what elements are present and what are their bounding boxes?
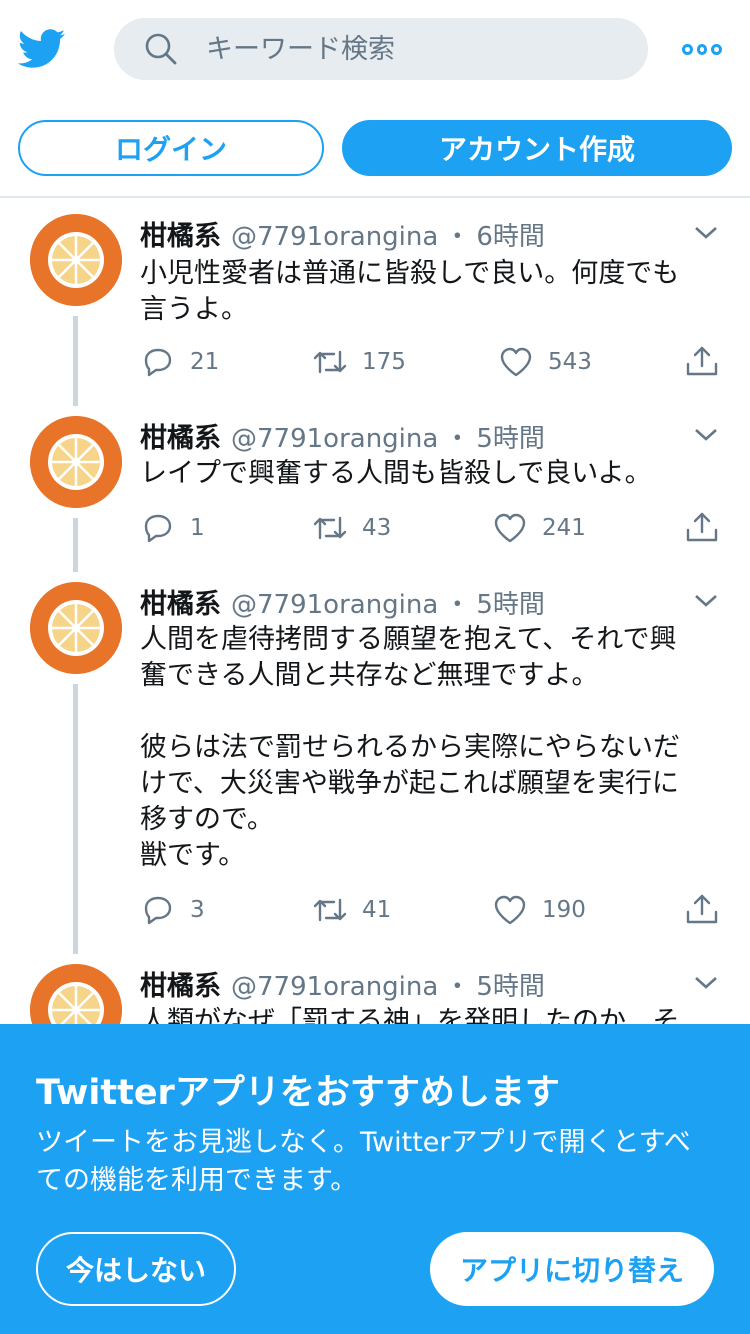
tweet-actions: 1 43 241 bbox=[140, 508, 730, 548]
separator-dot: ・ bbox=[444, 590, 471, 620]
avatar[interactable] bbox=[30, 964, 122, 1024]
twitter-bird-icon[interactable] bbox=[18, 28, 66, 70]
tweet-text: 人間を虐待拷問する願望を抱えて、それで興 奮できる人間と共存など無理ですよ。 彼… bbox=[140, 624, 680, 871]
orange-slice-icon bbox=[30, 964, 122, 1024]
orange-slice-icon bbox=[30, 214, 122, 306]
separator-dot: ・ bbox=[444, 972, 471, 1002]
display-name[interactable]: 柑橘系 bbox=[140, 416, 221, 455]
tweet-text: 小児性愛者は普通に皆殺しで良い。何度でも 言うよ。 bbox=[140, 258, 680, 325]
like-button[interactable]: 241 bbox=[492, 508, 586, 548]
tweet-3[interactable]: 柑橘系 @7791orangina ・ 5時間 人間を虐待拷問する願望を抱えて、… bbox=[0, 570, 750, 954]
reply-button[interactable]: 3 bbox=[140, 890, 205, 930]
thread-line bbox=[73, 316, 78, 406]
share-button[interactable] bbox=[684, 342, 720, 382]
search-input[interactable] bbox=[206, 18, 626, 80]
reply-icon bbox=[144, 896, 172, 925]
reply-count: 21 bbox=[190, 349, 220, 375]
display-name[interactable]: 柑橘系 bbox=[140, 582, 221, 621]
app-promo-banner: Twitterアプリをおすすめします ツイートをお見逃しなく。Twitterアプ… bbox=[0, 1024, 750, 1334]
auth-bar: ログイン アカウント作成 bbox=[0, 100, 750, 198]
search-bar[interactable] bbox=[114, 18, 648, 80]
signup-button[interactable]: アカウント作成 bbox=[342, 120, 732, 176]
reply-icon bbox=[144, 514, 172, 543]
heart-icon bbox=[494, 895, 526, 925]
reply-count: 3 bbox=[190, 897, 205, 923]
banner-title: Twitterアプリをおすすめします bbox=[36, 1073, 560, 1113]
timestamp[interactable]: 6時間 bbox=[476, 216, 545, 253]
timestamp[interactable]: 5時間 bbox=[476, 584, 545, 621]
reply-button[interactable]: 21 bbox=[140, 342, 219, 382]
share-icon bbox=[686, 512, 718, 542]
switch-to-app-button[interactable]: アプリに切り替え bbox=[430, 1232, 714, 1306]
tweet-header: 柑橘系 @7791orangina ・ 6時間 bbox=[140, 214, 545, 254]
reply-button[interactable]: 1 bbox=[140, 508, 205, 548]
orange-slice-icon bbox=[30, 582, 122, 674]
chevron-down-icon[interactable] bbox=[692, 974, 720, 992]
tweet-text: 人類がなぜ「罰する神」を発明したのか、そ bbox=[140, 1006, 680, 1024]
like-button[interactable]: 543 bbox=[498, 342, 592, 382]
retweet-button[interactable]: 175 bbox=[312, 342, 406, 382]
retweet-icon bbox=[313, 350, 347, 374]
orange-slice-icon bbox=[30, 416, 122, 508]
avatar[interactable] bbox=[30, 416, 122, 508]
retweet-icon bbox=[313, 516, 347, 540]
search-icon bbox=[145, 33, 177, 65]
separator-dot: ・ bbox=[444, 222, 471, 252]
retweet-icon bbox=[313, 898, 347, 922]
tweet-1[interactable]: 柑橘系 @7791orangina ・ 6時間 小児性愛者は普通に皆殺しで良い。… bbox=[0, 200, 750, 406]
share-icon bbox=[686, 346, 718, 376]
thread-line bbox=[73, 518, 78, 572]
tweet-header: 柑橘系 @7791orangina ・ 5時間 bbox=[140, 582, 545, 622]
display-name[interactable]: 柑橘系 bbox=[140, 214, 221, 253]
separator-dot: ・ bbox=[444, 424, 471, 454]
chevron-down-icon[interactable] bbox=[692, 426, 720, 444]
user-handle[interactable]: @7791orangina bbox=[231, 222, 438, 252]
top-bar bbox=[0, 0, 750, 100]
login-button[interactable]: ログイン bbox=[18, 120, 324, 176]
like-count: 241 bbox=[542, 515, 586, 541]
timestamp[interactable]: 5時間 bbox=[476, 966, 545, 1003]
retweet-button[interactable]: 43 bbox=[312, 508, 391, 548]
retweet-count: 41 bbox=[362, 897, 392, 923]
tweet-text: レイプで興奮する人間も皆殺しで良いよ。 bbox=[140, 458, 652, 489]
retweet-count: 175 bbox=[362, 349, 406, 375]
tweet-actions: 21 175 543 bbox=[140, 342, 730, 382]
timestamp[interactable]: 5時間 bbox=[476, 418, 545, 455]
heart-icon bbox=[494, 513, 526, 543]
like-count: 543 bbox=[548, 349, 592, 375]
tweet-4[interactable]: 柑橘系 @7791orangina ・ 5時間 人類がなぜ「罰する神」を発明した… bbox=[0, 952, 750, 1024]
banner-description: ツイートをお見逃しなく。Twitterアプリで開くとすべ ての機能を利用できます… bbox=[36, 1127, 691, 1196]
like-count: 190 bbox=[542, 897, 586, 923]
tweet-header: 柑橘系 @7791orangina ・ 5時間 bbox=[140, 964, 545, 1004]
share-button[interactable] bbox=[684, 508, 720, 548]
reply-icon bbox=[144, 348, 172, 377]
user-handle[interactable]: @7791orangina bbox=[231, 590, 438, 620]
avatar[interactable] bbox=[30, 582, 122, 674]
share-icon bbox=[686, 894, 718, 924]
chevron-down-icon[interactable] bbox=[692, 224, 720, 242]
tweet-header: 柑橘系 @7791orangina ・ 5時間 bbox=[140, 416, 545, 456]
like-button[interactable]: 190 bbox=[492, 890, 586, 930]
chevron-down-icon[interactable] bbox=[692, 592, 720, 610]
user-handle[interactable]: @7791orangina bbox=[231, 424, 438, 454]
reply-count: 1 bbox=[190, 515, 205, 541]
retweet-count: 43 bbox=[362, 515, 392, 541]
display-name[interactable]: 柑橘系 bbox=[140, 964, 221, 1003]
not-now-button[interactable]: 今はしない bbox=[36, 1232, 236, 1306]
retweet-button[interactable]: 41 bbox=[312, 890, 391, 930]
heart-icon bbox=[500, 347, 532, 377]
thread-line bbox=[73, 684, 78, 954]
tweet-2[interactable]: 柑橘系 @7791orangina ・ 5時間 レイプで興奮する人間も皆殺しで良… bbox=[0, 404, 750, 572]
user-handle[interactable]: @7791orangina bbox=[231, 972, 438, 1002]
share-button[interactable] bbox=[684, 890, 720, 930]
avatar[interactable] bbox=[30, 214, 122, 306]
more-dots-icon[interactable] bbox=[682, 38, 723, 60]
tweet-actions: 3 41 190 bbox=[140, 890, 730, 930]
